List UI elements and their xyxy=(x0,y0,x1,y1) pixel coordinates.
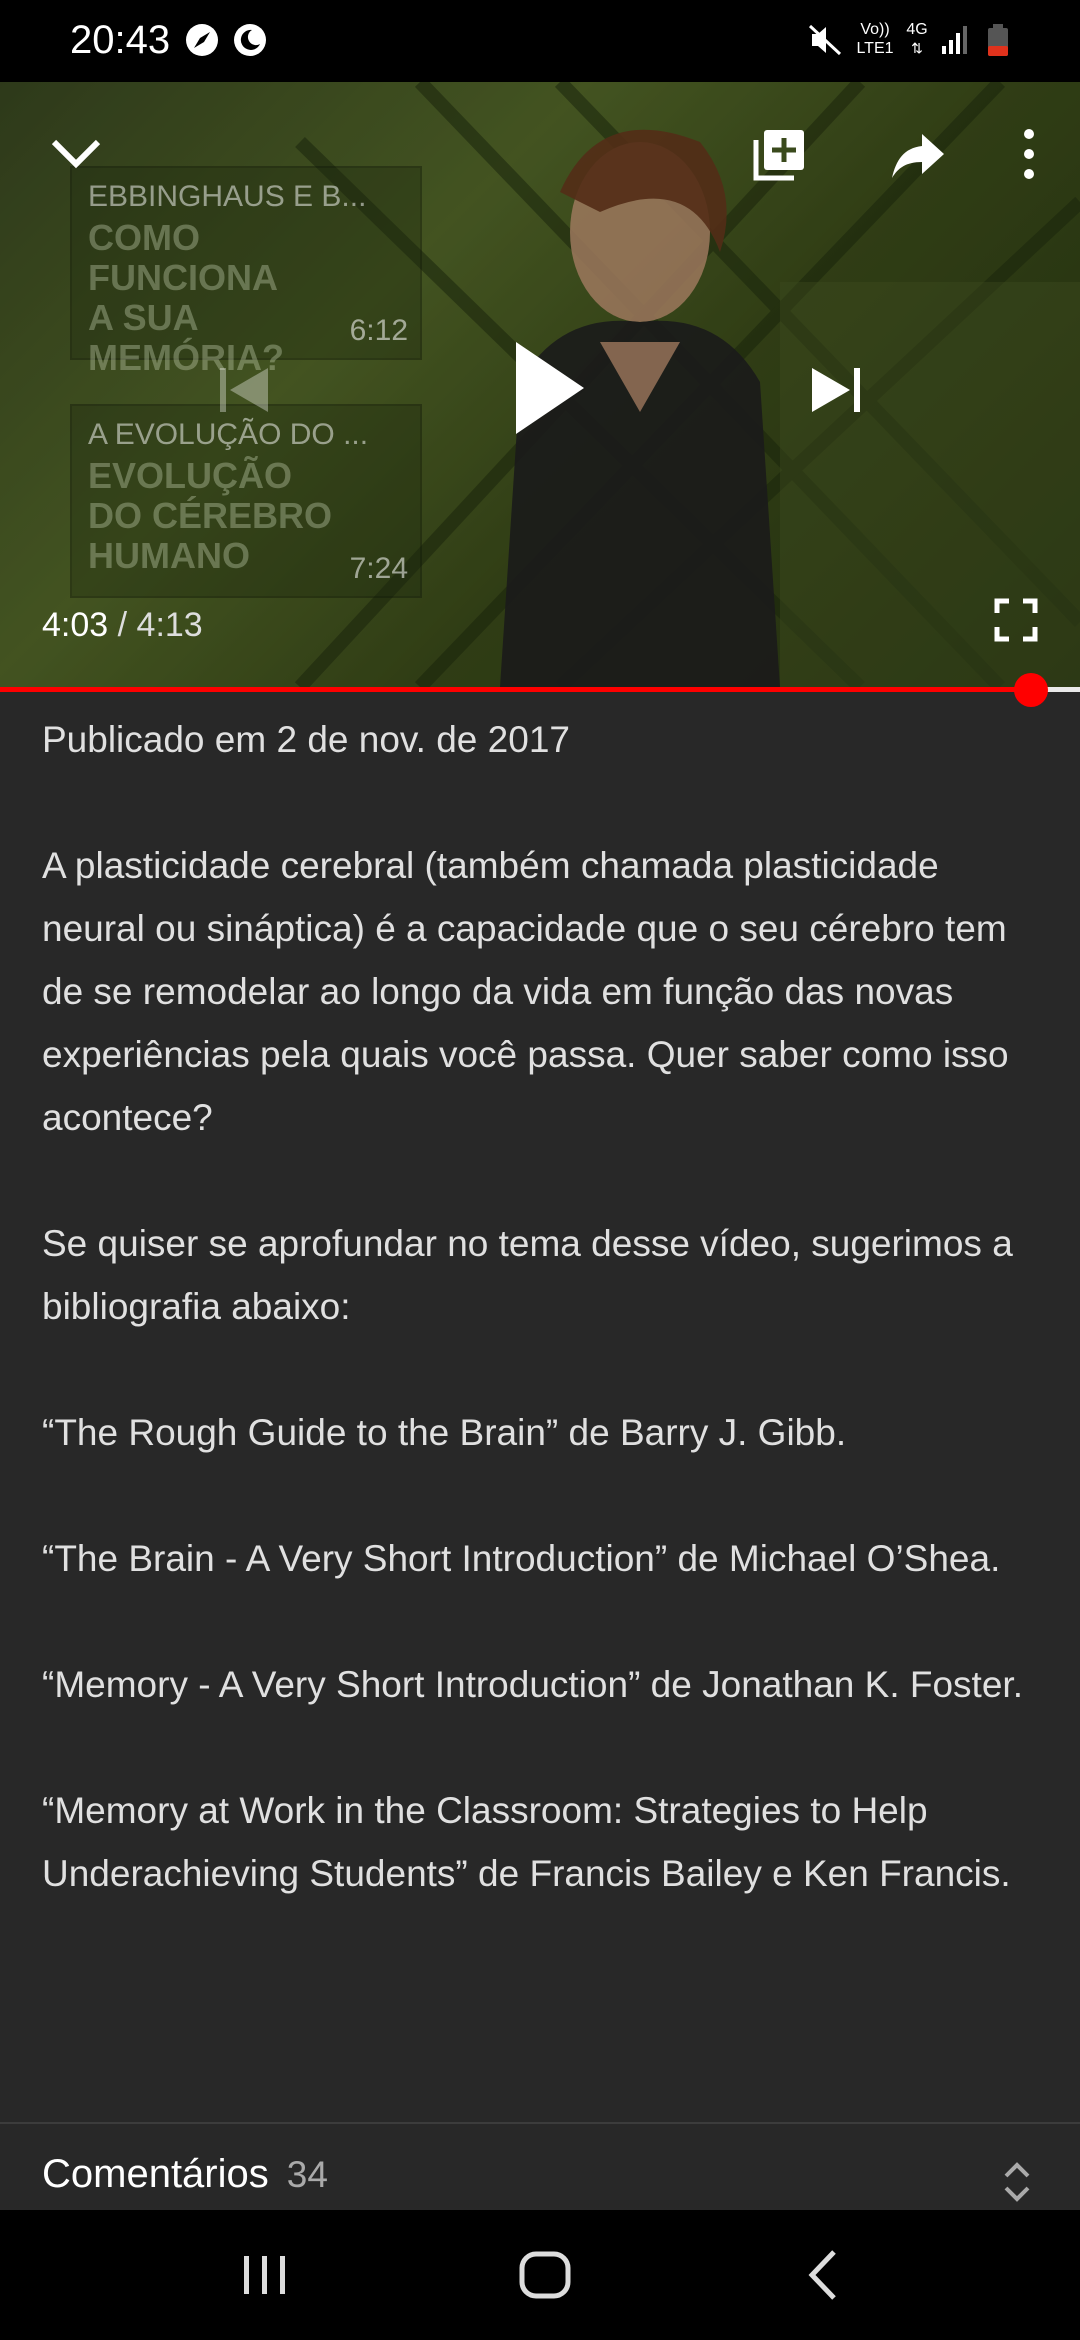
comments-count: 34 xyxy=(286,2154,328,2195)
bibliography-item: “The Brain - A Very Short Introduction” … xyxy=(42,1538,1001,1579)
end-screen-card-thumb-text: COMO FUNCIONA A SUA MEMÓRIA? xyxy=(88,218,284,378)
thumb-text-line: DO CÉREBRO xyxy=(88,495,333,536)
status-bar: 20:43 Vo)) LTE1 4G ⇅ xyxy=(0,0,1080,82)
mute-icon xyxy=(808,24,842,56)
end-screen-card-thumb-text: EVOLUÇÃO DO CÉREBRO HUMANO xyxy=(88,456,332,576)
add-to-playlist-icon[interactable] xyxy=(752,126,808,182)
description-paragraph: A plasticidade cerebral (também chamada … xyxy=(42,845,1009,1138)
network-type: 4G ⇅ xyxy=(902,20,932,58)
recent-apps-icon[interactable] xyxy=(230,2240,300,2310)
end-screen-card-title: A EVOLUÇÃO DO ... xyxy=(88,418,369,451)
comments-header[interactable]: Comentários 34 xyxy=(42,2152,328,2197)
video-description: Publicado em 2 de nov. de 2017 A plastic… xyxy=(42,708,1042,1968)
fullscreen-icon[interactable] xyxy=(994,598,1038,642)
video-player[interactable]: COMO FUNCIONA A SUA MEMÓRIA? EBBINGHAUS … xyxy=(0,82,1080,687)
network-volte-label: Vo)) xyxy=(860,21,890,38)
divider xyxy=(0,2122,1080,2124)
bibliography-item: “The Rough Guide to the Brain” de Barry … xyxy=(42,1412,847,1453)
end-screen-card-title: EBBINGHAUS E B... xyxy=(88,180,367,213)
thumb-text-line: FUNCIONA xyxy=(88,257,278,298)
end-screen-card-duration: 7:24 xyxy=(349,552,408,585)
end-screen-card[interactable]: EVOLUÇÃO DO CÉREBRO HUMANO A EVOLUÇÃO DO… xyxy=(70,404,422,598)
moon-icon xyxy=(234,24,266,56)
signal-icon xyxy=(942,26,967,54)
home-icon[interactable] xyxy=(510,2240,580,2310)
bibliography-item: “Memory - A Very Short Introduction” de … xyxy=(42,1664,1023,1705)
battery-icon xyxy=(988,24,1008,56)
play-icon[interactable] xyxy=(508,338,588,438)
compass-icon xyxy=(186,24,218,56)
description-paragraph: Se quiser se aprofundar no tema desse ví… xyxy=(42,1223,1013,1327)
network-label: Vo)) LTE1 xyxy=(852,20,898,58)
share-icon[interactable] xyxy=(890,130,946,180)
bibliography-item: “Memory at Work in the Classroom: Strate… xyxy=(42,1790,1011,1894)
back-icon[interactable] xyxy=(790,2240,860,2310)
published-date: Publicado em 2 de nov. de 2017 xyxy=(42,719,570,760)
total-time: 4:13 xyxy=(136,606,203,644)
expand-collapse-icon[interactable] xyxy=(1000,2160,1034,2204)
time-separator: / xyxy=(108,606,137,644)
thumb-text-line: A SUA xyxy=(88,297,199,338)
progress-bar[interactable] xyxy=(0,673,1080,707)
comments-label: Comentários xyxy=(42,2152,269,2196)
end-screen-card[interactable]: COMO FUNCIONA A SUA MEMÓRIA? EBBINGHAUS … xyxy=(70,166,422,378)
navigation-bar xyxy=(0,2210,1080,2340)
collapse-chevron-icon[interactable] xyxy=(48,126,104,182)
previous-icon[interactable] xyxy=(216,362,272,418)
status-time: 20:43 xyxy=(70,18,171,62)
thumb-text-line: HUMANO xyxy=(88,535,250,576)
thumb-text-line: EVOLUÇÃO xyxy=(88,455,293,496)
progress-played xyxy=(0,687,1032,692)
end-screen-card-duration: 6:12 xyxy=(349,314,408,347)
progress-scrubber[interactable] xyxy=(1014,673,1049,707)
current-time: 4:03 xyxy=(42,606,109,644)
network-type-label: 4G xyxy=(906,21,928,38)
next-icon[interactable] xyxy=(808,362,864,418)
more-vert-icon[interactable] xyxy=(1016,126,1042,182)
network-lte-label: LTE1 xyxy=(856,40,894,57)
thumb-text-line: COMO xyxy=(88,217,200,258)
playback-time: 4:03 / 4:13 xyxy=(42,606,203,645)
